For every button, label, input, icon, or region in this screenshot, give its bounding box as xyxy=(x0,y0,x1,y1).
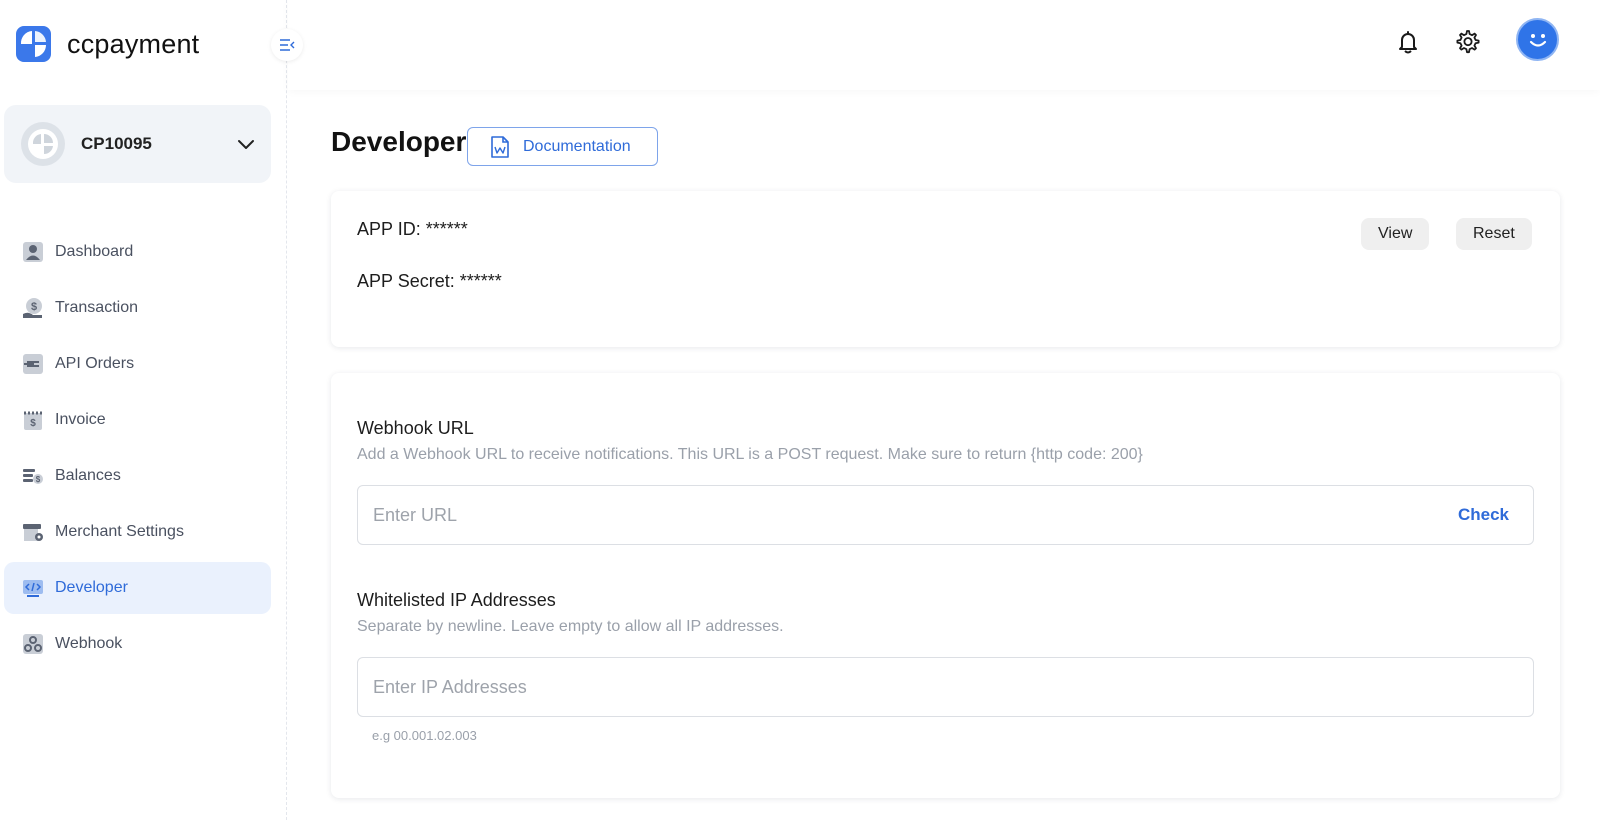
webhook-card: Webhook URL Add a Webhook URL to receive… xyxy=(331,373,1560,798)
sidebar-item-label: Transaction xyxy=(55,299,138,316)
bell-icon xyxy=(1399,31,1417,54)
merchant-avatar xyxy=(21,122,65,166)
notifications-button[interactable] xyxy=(1393,27,1423,57)
settings-button[interactable] xyxy=(1453,27,1483,57)
brand-logo[interactable]: ccpayment xyxy=(16,26,199,62)
sidebar-item-label: Webhook xyxy=(55,635,123,652)
documentation-label: Documentation xyxy=(523,137,631,155)
sidebar-item-label: Merchant Settings xyxy=(55,523,184,540)
invoice-icon: $ xyxy=(22,409,44,431)
documentation-button[interactable]: Documentation xyxy=(467,127,658,166)
sidebar-item-label: Balances xyxy=(55,467,121,484)
sidebar-item-developer[interactable]: Developer xyxy=(4,562,271,614)
chevron-down-icon xyxy=(238,140,254,149)
sidebar-item-webhook[interactable]: Webhook xyxy=(4,618,271,670)
check-button[interactable]: Check xyxy=(1458,505,1509,525)
webhook-url-title: Webhook URL xyxy=(357,418,474,438)
sidebar: ccpayment CP10095 Dashboard $ Transactio… xyxy=(0,0,287,820)
collapse-menu-icon xyxy=(280,39,295,51)
sidebar-collapse-button[interactable] xyxy=(271,29,303,61)
sidebar-item-merchant-settings[interactable]: Merchant Settings xyxy=(4,506,271,558)
sidebar-item-api-orders[interactable]: API Orders xyxy=(4,338,271,390)
page-title: Developer xyxy=(331,126,467,157)
whitelist-description: Separate by newline. Leave empty to allo… xyxy=(357,618,784,635)
reset-button[interactable]: Reset xyxy=(1456,218,1532,250)
whitelist-ip-input[interactable] xyxy=(373,676,1373,698)
svg-text:$: $ xyxy=(30,418,36,429)
user-avatar[interactable] xyxy=(1516,18,1559,61)
balances-icon: $ xyxy=(22,465,44,487)
webhook-url-input[interactable] xyxy=(373,504,1373,526)
gear-icon xyxy=(1456,30,1480,54)
view-button[interactable]: View xyxy=(1361,218,1430,250)
merchant-logo-icon xyxy=(28,129,58,159)
smiley-icon xyxy=(1529,33,1546,47)
brand-name: ccpayment xyxy=(67,28,200,59)
svg-text:$: $ xyxy=(31,301,37,313)
sidebar-item-label: Invoice xyxy=(55,411,106,428)
sidebar-item-label: Developer xyxy=(55,579,128,596)
sidebar-item-dashboard[interactable]: Dashboard xyxy=(4,226,271,278)
api-orders-icon xyxy=(22,353,44,375)
app-secret: APP Secret: ****** xyxy=(357,271,502,291)
merchant-id: CP10095 xyxy=(81,134,152,153)
sidebar-item-label: Dashboard xyxy=(55,243,134,260)
webhook-icon xyxy=(22,633,44,655)
ccpayment-logo-icon xyxy=(16,26,51,62)
sidebar-item-label: API Orders xyxy=(55,355,135,372)
document-icon xyxy=(491,135,509,158)
whitelist-title: Whitelisted IP Addresses xyxy=(357,590,556,610)
app-id: APP ID: ****** xyxy=(357,219,468,239)
merchant-settings-icon xyxy=(22,521,44,543)
credentials-card: APP ID: ****** APP Secret: ****** View R… xyxy=(331,191,1560,347)
developer-icon xyxy=(22,577,44,599)
sidebar-item-transaction[interactable]: $ Transaction xyxy=(4,282,271,334)
merchant-switcher[interactable]: CP10095 xyxy=(4,105,271,183)
webhook-url-field: Check xyxy=(357,485,1534,545)
app-root: ccpayment CP10095 Dashboard $ Transactio… xyxy=(0,0,1600,820)
sidebar-item-balances[interactable]: $ Balances xyxy=(4,450,271,502)
webhook-url-description: Add a Webhook URL to receive notificatio… xyxy=(357,446,1143,463)
transaction-icon: $ xyxy=(22,297,44,319)
whitelist-ip-field xyxy=(357,657,1534,717)
ip-example-hint: e.g 00.001.02.003 xyxy=(372,728,477,743)
sidebar-nav: Dashboard $ Transaction API Orders $ Inv… xyxy=(4,226,271,674)
dashboard-icon xyxy=(22,241,44,263)
svg-text:$: $ xyxy=(36,475,41,484)
sidebar-item-invoice[interactable]: $ Invoice xyxy=(4,394,271,446)
